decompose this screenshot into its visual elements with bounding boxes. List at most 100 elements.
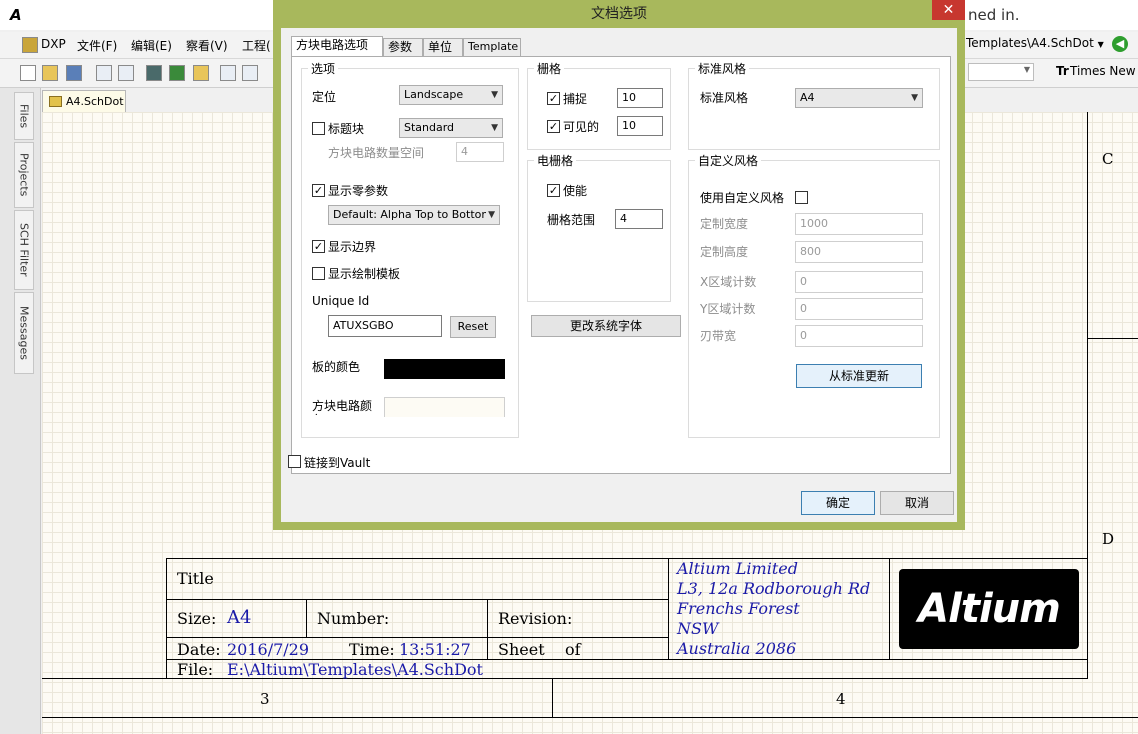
menu-project[interactable]: 工程( [242,37,271,54]
print-icon[interactable] [96,65,112,81]
show-border-checkbox[interactable]: ✓ [312,240,325,253]
side-tab-messages[interactable]: Messages [14,292,34,374]
component-icon[interactable] [146,65,162,81]
change-system-font-button[interactable]: 更改系统字体 [531,315,681,337]
electrical-grid-group-title: 电栅格 [534,152,577,169]
orientation-label: 定位 [312,90,337,104]
title-block: Title Size: A4 Number: Revision: Date: 2… [166,558,1088,679]
snap-label: 捕捉 [563,92,588,106]
ref-zones-style-value: Default: Alpha Top to Bottom [333,208,493,221]
orientation-select[interactable]: Landscape ▼ [399,85,503,105]
snap-field[interactable]: 10 [617,88,663,108]
chevron-down-icon: ▼ [911,93,918,103]
menu-dxp[interactable]: DXP [41,37,66,51]
side-tab-projects[interactable]: Projects [14,142,34,208]
use-custom-style-checkbox[interactable] [795,191,808,204]
margin-width-field[interactable]: 0 [795,325,923,347]
zone-label-c: C [1102,150,1114,168]
open-folder-icon[interactable] [42,65,58,81]
grids-group [527,68,671,150]
path-combo-value: Templates\A4.SchDot [966,36,1094,50]
path-combo[interactable]: Templates\A4.SchDot ▼ [966,36,1108,54]
update-from-standard-button[interactable]: 从标准更新 [796,364,922,388]
standard-style-label: 标准风格 [700,91,749,105]
dxp-icon [22,37,38,53]
custom-height-field[interactable]: 800 [795,241,923,263]
address-line: Australia 2086 [677,639,797,658]
standard-style-select[interactable]: A4 ▼ [795,88,923,108]
border-line [1087,338,1138,339]
side-tab-sch-filter[interactable]: SCH Filter [14,210,34,290]
tab-parameters[interactable]: 参数 [383,38,423,56]
visible-label: 可见的 [563,120,600,134]
chevron-down-icon: ▼ [1097,40,1104,49]
title-block-label: 标题块 [328,122,365,136]
show-template-graphics-checkbox[interactable] [312,267,325,280]
menu-file[interactable]: 文件(F) [77,37,117,54]
reset-button[interactable]: Reset [450,316,496,338]
chevron-down-icon: ▼ [491,90,498,100]
sheet-number-spaces-field[interactable]: 4 [456,142,504,162]
show-ref-zones-checkbox[interactable]: ✓ [312,184,325,197]
title-block-select[interactable]: Standard ▼ [399,118,503,138]
menu-edit[interactable]: 编辑(E) [131,37,172,54]
border-line [889,559,890,659]
cancel-button[interactable]: 取消 [880,491,954,515]
sheet-color-swatch[interactable] [384,397,505,417]
border-line [42,717,1138,718]
tab-sheet-options[interactable]: 方块电路选项 [291,36,383,56]
zone-label-4: 4 [836,690,846,708]
folder-icon[interactable] [193,65,209,81]
tab-template[interactable]: Template [463,38,521,56]
zoom-area-icon[interactable] [242,65,258,81]
border-line [487,599,488,659]
x-zones-label: X区域计数 [700,275,757,289]
grid-range-field[interactable]: 4 [615,209,663,229]
chevron-down-icon: ▼ [486,206,495,224]
visible-field[interactable]: 10 [617,116,663,136]
options-group-title: 选项 [308,60,339,77]
border-line [306,599,307,637]
custom-width-field[interactable]: 1000 [795,213,923,235]
font-combo[interactable]: Times New [1070,64,1136,78]
tab-units[interactable]: 单位 [423,38,463,56]
snap-checkbox[interactable]: ✓ [547,92,560,105]
toolbar-combo[interactable]: ▼ [968,63,1034,81]
back-nav-icon[interactable]: ◀ [1112,36,1128,52]
standard-style-group-title: 标准风格 [695,60,750,77]
x-zones-field[interactable]: 0 [795,271,923,293]
document-tab[interactable]: A4.SchDot [42,90,126,112]
y-zones-field[interactable]: 0 [795,298,923,320]
save-icon[interactable] [66,65,82,81]
board-icon[interactable] [169,65,185,81]
grid-range-label: 栅格范围 [547,213,596,227]
border-line [167,637,668,638]
file-label: File: [177,660,214,679]
zone-label-3: 3 [260,690,270,708]
close-button[interactable]: ✕ [932,0,965,20]
electrical-grid-enable-checkbox[interactable]: ✓ [547,184,560,197]
address-line: Frenchs Forest [677,599,800,618]
menu-view[interactable]: 察看(V) [186,37,228,54]
electrical-grid-group [527,160,671,302]
sheet-color-label: 方块电路颜色 [312,399,373,415]
border-color-swatch[interactable] [384,359,505,379]
zoom-fit-icon[interactable] [220,65,236,81]
sheet-label: Sheet [498,640,545,659]
ref-zones-style-select[interactable]: Default: Alpha Top to Bottom ▼ [328,205,500,225]
chevron-down-icon: ▼ [491,123,498,133]
unique-id-field[interactable]: ATUXSGBO [328,315,442,337]
time-label: Time: [349,640,395,659]
custom-width-label: 定制宽度 [700,217,749,231]
ok-button[interactable]: 确定 [801,491,875,515]
link-to-vault-checkbox[interactable] [288,455,301,468]
title-block-checkbox[interactable] [312,122,325,135]
side-tab-files[interactable]: Files [14,92,34,140]
size-value: A4 [227,607,252,628]
print-preview-icon[interactable] [118,65,134,81]
chevron-down-icon: ▼ [1023,65,1030,74]
standard-style-group [688,68,940,150]
new-document-icon[interactable] [20,65,36,81]
visible-checkbox[interactable]: ✓ [547,120,560,133]
time-value: 13:51:27 [399,640,471,659]
